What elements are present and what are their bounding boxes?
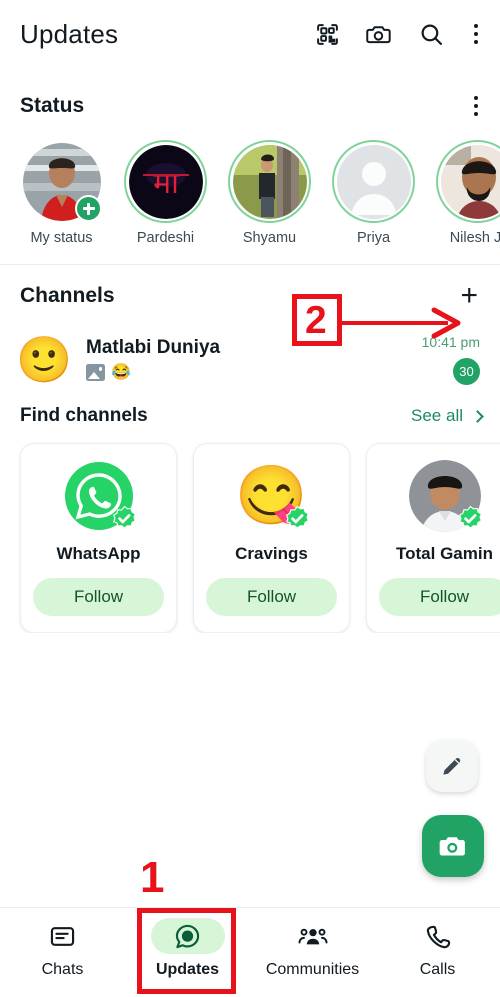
card-avatar-wrap — [408, 460, 484, 532]
svg-text:मा: मा — [153, 166, 180, 201]
unread-count-badge: 30 — [453, 357, 480, 385]
channel-suggestion-cards[interactable]: WhatsApp Follow 😋 Cravings Follow Total … — [0, 433, 500, 633]
bottom-navigation: Chats Updates Communities Calls — [0, 907, 500, 997]
channel-subtitle: 😂 — [86, 364, 414, 381]
annotation-step-1-label: 1 — [140, 853, 165, 902]
camera-icon — [439, 836, 465, 856]
app-header: Updates — [0, 0, 500, 68]
qr-scan-icon[interactable] — [315, 22, 340, 47]
nav-pill — [276, 918, 350, 954]
pencil-icon — [443, 758, 461, 775]
channel-timestamp: 10:41 pm — [421, 333, 480, 350]
follow-button[interactable]: Follow — [379, 578, 500, 616]
status-item-label: Priya — [356, 230, 391, 246]
channel-name: Matlabi Duniya — [86, 337, 221, 358]
channel-card[interactable]: Total Gamin Follow — [366, 443, 500, 633]
search-icon[interactable] — [419, 22, 444, 47]
status-item-label: Pardeshi — [136, 230, 195, 246]
verified-badge-icon — [457, 505, 484, 532]
status-section: Status My status मा Pardeshi Shyamu Priy… — [0, 68, 500, 265]
status-ring — [436, 140, 500, 223]
header-actions — [315, 18, 483, 51]
nav-pill — [26, 918, 100, 954]
find-channels-title: Find channels — [20, 405, 148, 426]
card-avatar-wrap — [63, 460, 138, 532]
card-avatar-wrap: 😋 — [236, 460, 311, 532]
overflow-menu-icon[interactable] — [470, 18, 483, 51]
chats-icon — [50, 926, 75, 946]
avatar: मा — [128, 144, 203, 219]
nav-pill — [401, 918, 475, 954]
status-item-label: Nilesh J. — [449, 230, 500, 246]
updates-icon — [175, 924, 200, 948]
nav-pill-active — [150, 918, 225, 954]
page-title: Updates — [20, 18, 119, 49]
channels-header: Channels + — [0, 265, 500, 327]
follow-button[interactable]: Follow — [33, 578, 164, 616]
status-item-label: Shyamu — [242, 230, 297, 246]
nav-item-calls[interactable]: Calls — [375, 918, 500, 979]
add-status-plus-icon[interactable] — [75, 195, 102, 222]
status-overflow-menu-icon[interactable] — [470, 90, 483, 123]
avatar — [440, 144, 500, 219]
nav-label: Calls — [419, 961, 456, 978]
nav-label: Chats — [41, 961, 84, 978]
status-ring — [332, 140, 415, 223]
nav-label: Updates — [155, 961, 220, 978]
channel-card[interactable]: 😋 Cravings Follow — [193, 443, 350, 633]
status-item-nilesh[interactable]: Nilesh J. — [436, 140, 500, 246]
nav-item-communities[interactable]: Communities — [250, 918, 375, 979]
see-all-button[interactable]: See all — [411, 406, 484, 426]
nav-label: Communities — [265, 961, 360, 978]
see-all-label: See all — [411, 406, 463, 425]
channel-card[interactable]: WhatsApp Follow — [20, 443, 177, 633]
camera-fab[interactable] — [422, 815, 484, 877]
status-item-priya[interactable]: Priya — [332, 140, 415, 246]
status-header: Status — [0, 84, 500, 128]
nav-item-chats[interactable]: Chats — [0, 918, 125, 979]
channel-card-name: WhatsApp — [56, 544, 141, 563]
channel-card-name: Cravings — [235, 544, 308, 563]
status-list[interactable]: My status मा Pardeshi Shyamu Priya Niles… — [0, 128, 500, 252]
communities-icon — [298, 928, 327, 944]
nav-item-updates[interactable]: Updates — [125, 918, 250, 979]
camera-icon[interactable] — [365, 22, 393, 47]
add-channel-plus-icon[interactable]: + — [460, 281, 480, 311]
avatar — [336, 144, 411, 219]
avatar — [232, 144, 307, 219]
verified-badge-icon — [284, 505, 311, 532]
follow-button[interactable]: Follow — [206, 578, 337, 616]
channel-meta: 10:41 pm 30 — [414, 334, 480, 385]
photo-icon — [86, 364, 105, 381]
laughing-emoji-icon: 😂 — [111, 363, 131, 381]
channel-list-item[interactable]: 🙂 Matlabi Duniya 😂 10:41 pm 30 — [0, 327, 500, 397]
channel-info: Matlabi Duniya 😂 — [72, 337, 414, 381]
avatar: 🙂 — [16, 333, 72, 385]
status-item-my-status[interactable]: My status — [20, 140, 103, 246]
status-ring — [20, 140, 103, 223]
status-title: Status — [20, 94, 85, 117]
channels-section: Channels + 🙂 Matlabi Duniya 😂 10:41 pm 3… — [0, 265, 500, 397]
status-ring: मा — [124, 140, 207, 223]
calls-icon — [426, 925, 451, 948]
channels-title: Channels — [20, 284, 115, 307]
status-item-pardeshi[interactable]: मा Pardeshi — [124, 140, 207, 246]
find-channels-section: Find channels See all WhatsApp Follow 😋 … — [0, 397, 500, 633]
compose-pencil-fab[interactable] — [426, 740, 478, 792]
chevron-right-icon — [471, 409, 484, 423]
status-ring — [228, 140, 311, 223]
find-channels-header: Find channels See all — [0, 397, 500, 433]
status-item-label: My status — [30, 230, 93, 246]
channel-card-name: Total Gamin — [396, 544, 493, 563]
status-item-shyamu[interactable]: Shyamu — [228, 140, 311, 246]
verified-badge-icon — [111, 505, 138, 532]
